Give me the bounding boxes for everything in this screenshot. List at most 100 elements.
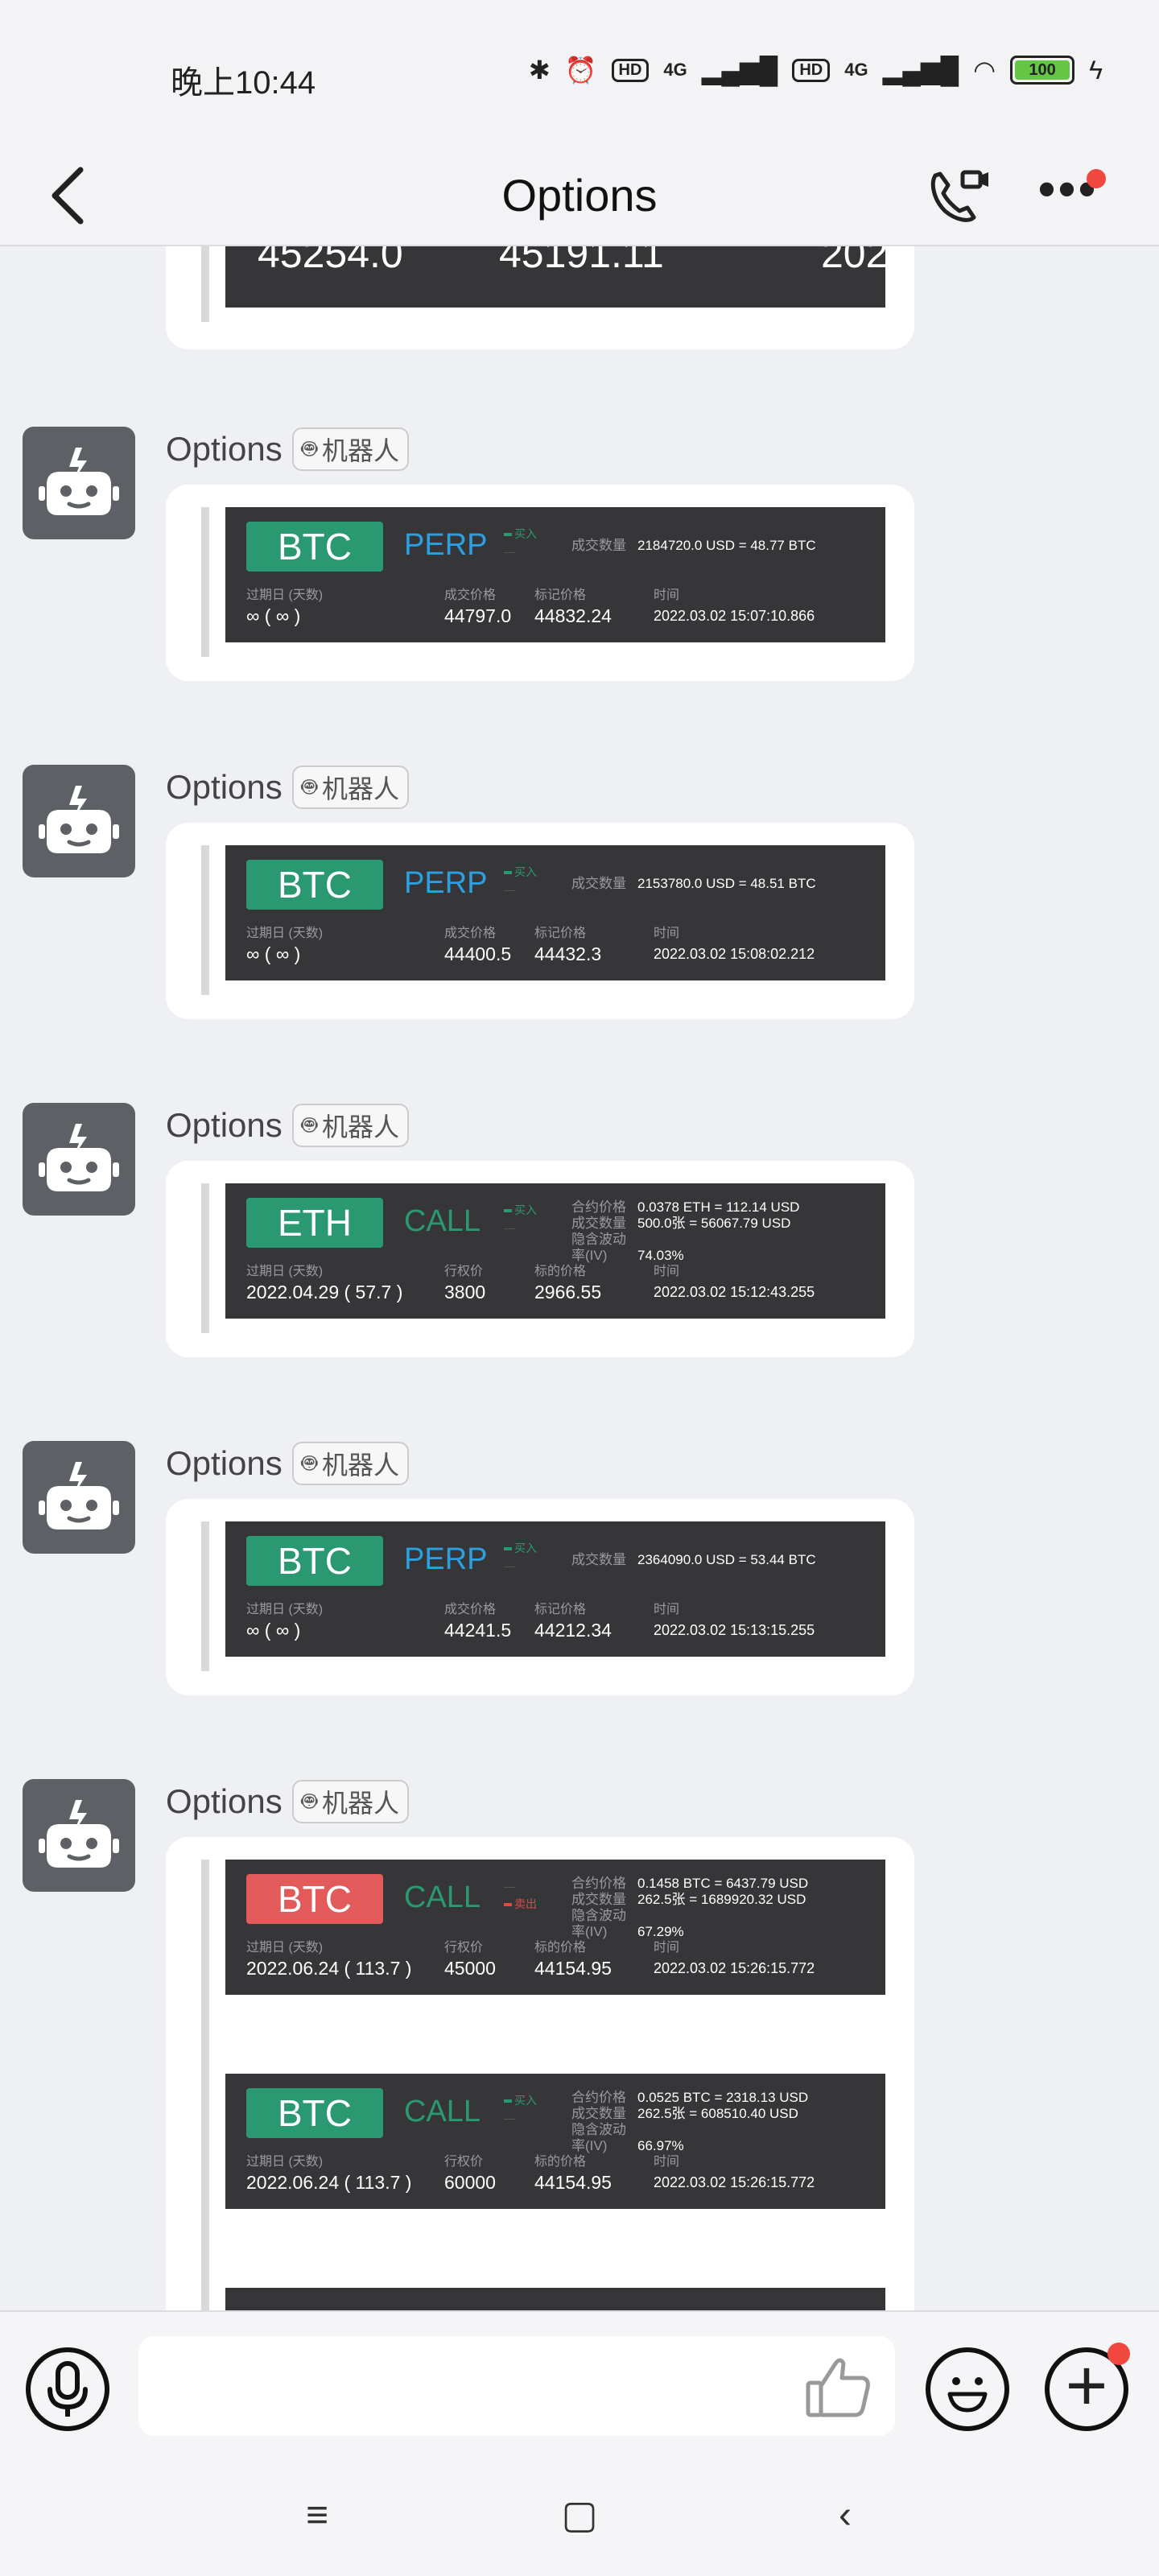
- voice-button[interactable]: [26, 2347, 109, 2431]
- price-value: 44400.5: [444, 943, 512, 964]
- trade-side-label: 买入: [514, 527, 537, 540]
- trade-side: 买入 —: [504, 1203, 537, 1234]
- strike-value: 3800: [444, 1282, 486, 1302]
- plus-button[interactable]: +: [1045, 2343, 1130, 2431]
- trade-info: 成交数量 2184720.0 USD = 48.77 BTC: [571, 538, 816, 554]
- quote-bar: [201, 1521, 209, 1671]
- bot-badge-label: 机器人: [321, 774, 399, 803]
- bot-avatar[interactable]: [23, 765, 135, 877]
- like-button[interactable]: [800, 2347, 877, 2425]
- trade-side-label: 买入: [514, 1542, 537, 1554]
- mark-col: 标记价格 44432.3: [534, 926, 601, 966]
- menu-nav-button[interactable]: ≡: [293, 2491, 341, 2540]
- bot-badge-label: 机器人: [321, 1113, 399, 1141]
- expiry-value: 2022.06.24 ( 113.7 ): [246, 1958, 412, 1979]
- chat-area[interactable]: 45254.0 45191.11 202 Options 🤖︎机器人 BTC: [0, 246, 1159, 2310]
- video-call-icon: [930, 170, 988, 222]
- microphone-icon: [47, 2361, 88, 2417]
- strike-col: 行权价 60000: [444, 2154, 496, 2194]
- back-button[interactable]: [45, 145, 109, 246]
- message-bubble: 45254.0 45191.11 202: [166, 246, 914, 349]
- message-input[interactable]: [138, 2336, 895, 2436]
- trade-info: 成交数量 2364090.0 USD = 53.44 BTC: [571, 1552, 816, 1568]
- bot-badge: 🤖︎ 机器人: [291, 427, 409, 471]
- sender-name: Options: [166, 1444, 283, 1482]
- network-label-2: 4G: [844, 60, 868, 80]
- sender-row: Options 🤖︎ 机器人: [166, 427, 409, 472]
- trade-card: BTC PERP 买入 — 成交数量 2364090.0 USD = 53.44 B…: [225, 1521, 885, 1657]
- expiry-label: 过期日 (天数): [246, 588, 324, 602]
- sender-row: Options 🤖︎ 机器人: [166, 1441, 409, 1486]
- signal-icon-1: ▂▄▆█: [701, 56, 778, 85]
- bot-avatar[interactable]: [23, 1779, 135, 1892]
- trade-card-partial: [225, 2288, 885, 2310]
- trade-side-label: 买入: [514, 865, 537, 878]
- strike-col: 行权价 3800: [444, 1264, 485, 1304]
- alarm-icon: ⏰: [564, 56, 597, 85]
- trade-info: 合约价格 0.1458 BTC = 6437.79 USD 成交数量 262.5张 …: [571, 1876, 808, 1940]
- expiry-col: 过期日 (天数) ∞ ( ∞ ): [246, 1602, 323, 1642]
- robot-icon: [39, 1124, 119, 1191]
- strike-value: 45000: [444, 1958, 496, 1979]
- bot-badge-label: 机器人: [321, 1789, 399, 1818]
- underlying-value: 44154.95: [534, 1958, 612, 1979]
- emoji-button[interactable]: [926, 2347, 1009, 2431]
- iv-value: 74.03%: [637, 1248, 684, 1263]
- bot-avatar[interactable]: [23, 1441, 135, 1554]
- symbol-badge: BTC: [246, 1536, 383, 1586]
- quantity-value: 262.5张 = 608510.40 USD: [637, 2106, 798, 2121]
- expiry-value: 2022.04.29 ( 57.7 ): [246, 1282, 403, 1302]
- symbol-badge: BTC: [246, 1874, 383, 1924]
- message-bubble[interactable]: BTC PERP 买入 — 成交数量 2364090.0 USD = 53.44 B…: [166, 1499, 914, 1695]
- iv-value: 67.29%: [637, 1924, 684, 1939]
- info-label: 成交数量: [571, 1552, 626, 1567]
- robot-icon: [39, 448, 119, 515]
- iv-label: 隐含波动率(IV): [571, 1908, 626, 1939]
- back-nav-button[interactable]: ‹: [821, 2491, 869, 2540]
- strike-label: 行权价: [444, 1265, 484, 1278]
- contract-price-value: 0.0525 BTC = 2318.13 USD: [637, 2090, 809, 2105]
- home-nav-button[interactable]: ▢: [555, 2491, 604, 2540]
- back-nav-icon: ‹: [839, 2494, 852, 2537]
- message-bubble[interactable]: ETH CALL 买入 — 合约价格 0.0378 ETH = 112.14 USD…: [166, 1161, 914, 1357]
- sender-name: Options: [166, 1782, 283, 1820]
- contract-kind: CALL: [404, 1880, 481, 1914]
- expiry-col: 过期日 (天数) 2022.06.24 ( 113.7 ): [246, 2154, 411, 2194]
- sender-name: Options: [166, 768, 283, 806]
- time-value: 2022.03.02 15:12:43.255: [654, 1284, 815, 1300]
- sender-row: Options 🤖︎ 机器人: [166, 1779, 409, 1824]
- underlying-value: 2966.55: [534, 1282, 602, 1302]
- message-bubble[interactable]: BTC PERP 买入 — 成交数量 2184720.0 USD = 48.77 B…: [166, 485, 914, 681]
- signal-icon-2: ▂▄▆█: [882, 56, 959, 85]
- time-value: 2022.03.02 15:26:15.772: [654, 1960, 815, 1976]
- time-label: 时间: [654, 927, 680, 940]
- robot-icon: [39, 1462, 119, 1530]
- robot-small-icon: 🤖︎: [301, 772, 317, 801]
- info-value: 2153780.0 USD = 48.51 BTC: [637, 876, 816, 891]
- input-bar: +: [0, 2310, 1159, 2455]
- message-bubble[interactable]: BTC CALL — 卖出 合约价格 0.1458 BTC = 6437.79 US…: [166, 1837, 914, 2310]
- trade-side-label: 买入: [514, 1203, 537, 1216]
- expiry-col: 过期日 (天数) 2022.06.24 ( 113.7 ): [246, 1940, 411, 1980]
- time-col: 时间 2022.03.02 15:26:15.772: [654, 2154, 815, 2194]
- bot-avatar[interactable]: [23, 1103, 135, 1216]
- more-button[interactable]: •••: [1038, 165, 1111, 225]
- menu-icon: ≡: [305, 2494, 328, 2537]
- contract-price-label: 合约价格: [571, 1876, 626, 1891]
- charging-icon: ϟ: [1089, 55, 1103, 85]
- trade-card: BTC CALL 买入 — 合约价格 0.0525 BTC = 2318.13 US…: [225, 2074, 885, 2209]
- mark-label: 标记价格: [534, 588, 587, 602]
- expiry-label: 过期日 (天数): [246, 927, 324, 940]
- robot-small-icon: 🤖︎: [301, 1786, 317, 1815]
- iv-label: 隐含波动率(IV): [571, 2122, 626, 2153]
- video-call-button[interactable]: [926, 167, 990, 224]
- message-bubble[interactable]: BTC PERP 买入 — 成交数量 2153780.0 USD = 48.51 B…: [166, 823, 914, 1019]
- robot-small-icon: 🤖︎: [301, 1448, 317, 1477]
- robot-icon: [39, 786, 119, 853]
- contract-price-label: 合约价格: [571, 2090, 626, 2105]
- bot-avatar[interactable]: [23, 427, 135, 539]
- contract-kind: PERP: [404, 1542, 488, 1576]
- expiry-value: ∞ ( ∞ ): [246, 943, 301, 964]
- expiry-label: 过期日 (天数): [246, 2155, 324, 2169]
- more-dots-icon: •••: [1038, 162, 1099, 216]
